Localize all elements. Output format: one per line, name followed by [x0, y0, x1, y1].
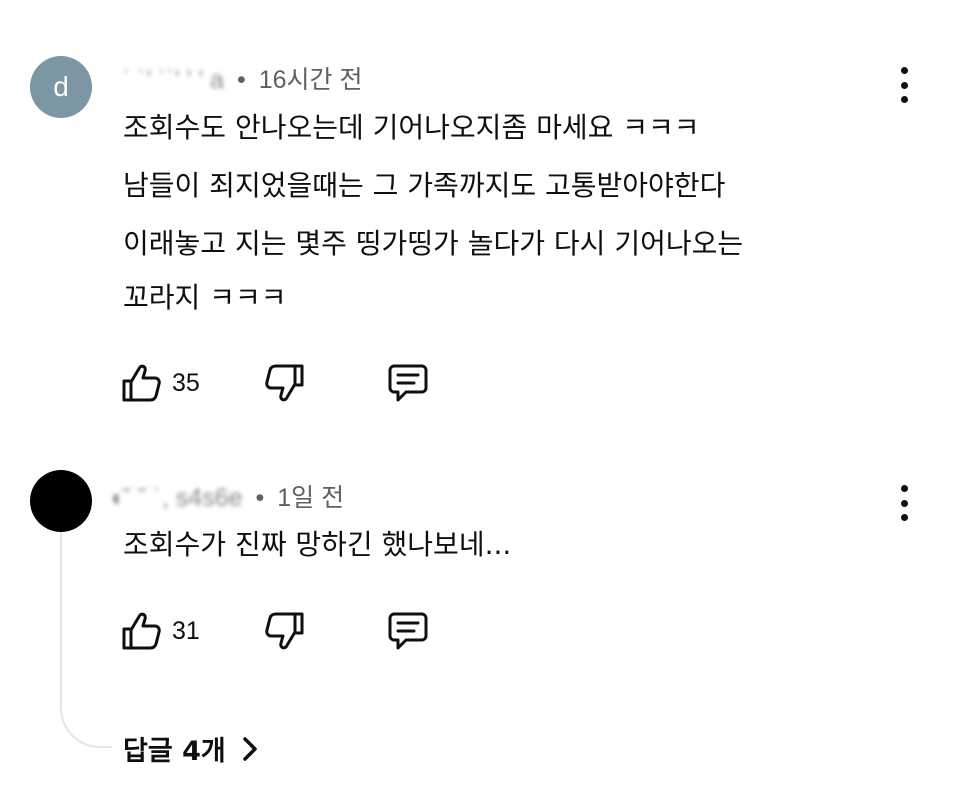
avatar[interactable]: [30, 470, 92, 532]
avatar[interactable]: d: [30, 56, 92, 118]
author-name[interactable]: ◖˘ ˘ ˙, s4s6e: [108, 484, 243, 513]
comment-meta: ◖˘ ˘ ˙, s4s6e • 1일 전: [108, 478, 344, 514]
comment-time: 1일 전: [277, 484, 345, 512]
comment-icon: [388, 364, 428, 402]
more-vert-icon[interactable]: [892, 485, 916, 521]
like-count: 31: [172, 616, 200, 645]
comment-text-line: 꼬라지 ㅋㅋㅋ: [123, 281, 287, 314]
comment-icon: [388, 612, 428, 650]
like-count: 35: [172, 368, 200, 397]
comment-time: 16시간 전: [258, 66, 363, 94]
view-replies-button[interactable]: 답글 4개: [123, 729, 258, 768]
chevron-right-icon: [242, 736, 257, 761]
reply-button[interactable]: [386, 610, 430, 652]
comment-meta: ˙ ˙' ˙˙' ' ' a • 16시간 전: [123, 60, 362, 96]
meta-separator: •: [255, 484, 265, 512]
thumbs-down-icon: [265, 612, 304, 650]
replies-label: 답글 4개: [123, 736, 226, 767]
comment-text-line: 이래놓고 지는 몇주 띵가띵가 놀다가 다시 기어나오는: [123, 227, 744, 260]
thumbs-down-icon: [265, 364, 304, 402]
like-button[interactable]: 31: [120, 610, 200, 652]
comment-text-line: 남들이 죄지었을때는 그 가족까지도 고통받아야한다: [123, 169, 726, 202]
author-name[interactable]: ˙ ˙' ˙˙' ' ' a: [123, 66, 224, 95]
like-button[interactable]: 35: [120, 362, 200, 404]
meta-separator: •: [236, 66, 246, 94]
dislike-button[interactable]: [262, 610, 306, 652]
avatar-letter: d: [53, 71, 69, 102]
thumbs-up-icon: [122, 612, 161, 650]
comment-text-line: 조회수도 안나오는데 기어나오지좀 마세요 ㅋㅋㅋ: [123, 111, 700, 144]
thumbs-up-icon: [122, 364, 161, 402]
reply-button[interactable]: [386, 362, 430, 404]
thread-connector-line: [60, 530, 112, 748]
comment-text-line: 조회수가 진짜 망하긴 했나보네...: [123, 528, 512, 561]
dislike-button[interactable]: [262, 362, 306, 404]
more-vert-icon[interactable]: [892, 67, 916, 103]
